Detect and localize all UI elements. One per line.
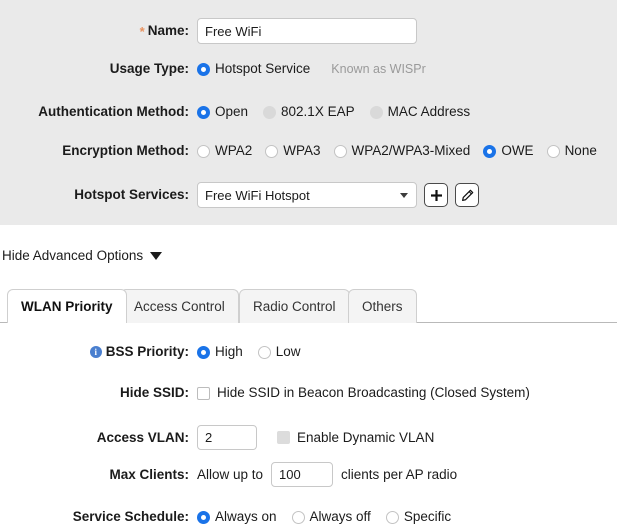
caret-down-icon [150, 251, 163, 260]
field-row-access-vlan: Access VLAN: Enable Dynamic VLAN [0, 425, 617, 450]
field-row-hotspot-services: Hotspot Services: Free WiFi Hotspot [0, 182, 617, 208]
wlan-configuration-panel: *Name: Usage Type: Hotspot Service Known… [0, 0, 617, 532]
bss-priority-label: i BSS Priority: [0, 344, 197, 360]
plus-icon [430, 189, 442, 201]
pencil-icon [461, 189, 473, 201]
radio-auth-open[interactable]: Open [197, 104, 248, 120]
radio-encryption-wpa2[interactable]: WPA2 [197, 143, 252, 159]
tab-others[interactable]: Others [348, 289, 417, 323]
add-hotspot-service-button[interactable] [424, 183, 448, 207]
max-clients-label: Max Clients: [109, 466, 189, 482]
hide-ssid-label: Hide SSID: [119, 385, 189, 400]
name-label: * Name: [139, 22, 189, 39]
radio-usage-type-hotspot-service[interactable]: Hotspot Service [197, 61, 310, 77]
radio-on-icon [197, 105, 210, 119]
radio-auth-mac-address[interactable]: MAC Address [369, 104, 470, 120]
max-clients-input[interactable] [271, 462, 334, 487]
radio-off-icon [385, 510, 399, 524]
access-vlan-input[interactable] [197, 425, 257, 450]
field-row-authentication-method: Authentication Method: Open 802.1X EAP M… [0, 104, 617, 120]
tab-radio-control[interactable]: Radio Control [239, 289, 350, 323]
radio-encryption-none[interactable]: None [546, 143, 597, 159]
checkbox-enable-dynamic-vlan[interactable]: Enable Dynamic VLAN [277, 430, 434, 446]
max-clients-prefix-text: Allow up to [197, 467, 264, 482]
radio-encryption-wpa3[interactable]: WPA3 [265, 143, 321, 159]
advanced-options-tabs: WLAN Priority Access Control Radio Contr… [0, 289, 617, 323]
radio-on-icon [197, 62, 210, 76]
radio-off-icon [291, 510, 305, 524]
radio-encryption-owe[interactable]: OWE [483, 143, 534, 159]
checkbox-unchecked-icon [197, 386, 210, 400]
radio-off-icon [333, 144, 347, 158]
radio-off-icon [546, 144, 560, 158]
edit-hotspot-service-button[interactable] [455, 183, 479, 207]
radio-off-icon [265, 144, 279, 158]
field-row-service-schedule: Service Schedule: Always on Always off S… [0, 509, 617, 525]
field-row-max-clients: Max Clients: Allow up to clients per AP … [0, 462, 617, 487]
radio-on-icon [197, 345, 210, 359]
chevron-down-icon [400, 193, 408, 198]
max-clients-suffix-text: clients per AP radio [341, 467, 458, 482]
required-asterisk-icon: * [139, 23, 145, 39]
radio-auth-8021x-eap[interactable]: 802.1X EAP [263, 104, 355, 120]
field-row-name: * Name: [0, 18, 617, 44]
radio-bss-priority-low[interactable]: Low [257, 344, 301, 360]
radio-off-icon [369, 105, 383, 119]
authentication-method-label: Authentication Method: [38, 104, 189, 119]
service-schedule-label: Service Schedule: [72, 509, 189, 524]
hotspot-services-label: Hotspot Services: [74, 187, 189, 202]
field-row-hide-ssid: Hide SSID: Hide SSID in Beacon Broadcast… [0, 385, 617, 401]
radio-service-schedule-always-off[interactable]: Always off [291, 509, 371, 525]
access-vlan-label: Access VLAN: [96, 429, 189, 445]
checkbox-unchecked-icon [277, 431, 290, 444]
radio-off-icon [197, 144, 210, 158]
usage-type-label: Usage Type: [109, 61, 189, 76]
field-row-usage-type: Usage Type: Hotspot Service Known as WIS… [0, 61, 617, 77]
name-input[interactable] [197, 18, 417, 44]
info-icon[interactable]: i [89, 346, 102, 358]
tab-wlan-priority[interactable]: WLAN Priority [7, 289, 127, 323]
radio-on-icon [197, 510, 210, 524]
hide-advanced-options-label: Hide Advanced Options [2, 248, 144, 263]
radio-on-icon [483, 144, 497, 158]
usage-type-hint: Known as WISPr [331, 62, 426, 76]
tab-access-control[interactable]: Access Control [120, 289, 239, 323]
encryption-method-label: Encryption Method: [62, 143, 189, 158]
hide-advanced-options-toggle[interactable]: Hide Advanced Options [2, 248, 163, 263]
field-row-bss-priority: i BSS Priority: High Low [0, 344, 617, 360]
hotspot-services-select[interactable]: Free WiFi Hotspot [197, 182, 417, 208]
radio-service-schedule-always-on[interactable]: Always on [197, 509, 277, 525]
field-row-encryption-method: Encryption Method: WPA2 WPA3 WPA2/WPA3-M… [0, 143, 617, 159]
hotspot-services-selected-value: Free WiFi Hotspot [205, 187, 310, 203]
radio-bss-priority-high[interactable]: High [197, 344, 243, 360]
radio-off-icon [263, 105, 277, 119]
radio-service-schedule-specific[interactable]: Specific [385, 509, 451, 525]
radio-off-icon [257, 345, 271, 359]
checkbox-hide-ssid[interactable]: Hide SSID in Beacon Broadcasting (Closed… [197, 385, 530, 401]
radio-encryption-wpa2-wpa3-mixed[interactable]: WPA2/WPA3-Mixed [333, 143, 470, 159]
